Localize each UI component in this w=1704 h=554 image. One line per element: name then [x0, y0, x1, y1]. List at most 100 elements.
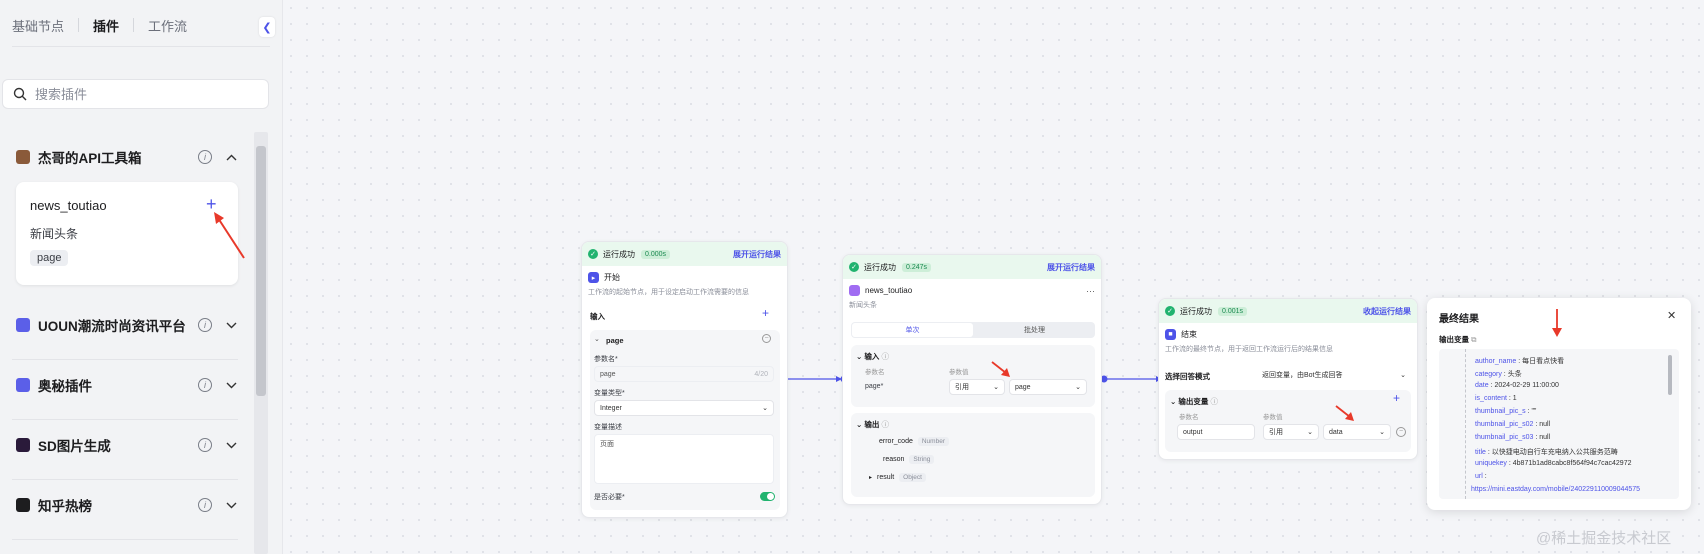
chevron-down-icon: ⌄	[993, 384, 999, 391]
watermark: @稀土掘金技术社区	[1536, 530, 1672, 547]
chevron-down-icon: ⌄	[1075, 384, 1081, 391]
node-status-bar: ✓ 运行成功 0.001s 收起运行结果	[1159, 299, 1417, 323]
node-header: ▸ 开始	[582, 266, 787, 283]
node-description: 工作流的起始节点，用于设定启动工作流需要的信息	[588, 289, 749, 296]
required-label: 是否必要*	[594, 494, 625, 501]
annotation-arrow-icon	[1552, 309, 1562, 337]
result-line: is_content : 1	[1475, 395, 1517, 402]
ref-type-select[interactable]: 引用 ⌄	[1263, 424, 1319, 440]
close-icon[interactable]: ✕	[1667, 309, 1676, 322]
add-icon[interactable]: +	[1393, 391, 1400, 405]
param-name: page*	[865, 383, 884, 390]
remove-icon[interactable]: −	[762, 334, 771, 343]
result-scrollbar[interactable]	[1668, 355, 1672, 395]
tool-param-tag: page	[30, 250, 69, 266]
node-status-bar: ✓ 运行成功 0.247s 展开运行结果	[843, 255, 1101, 279]
start-node[interactable]: ✓ 运行成功 0.000s 展开运行结果 ▸ 开始 工作流的起始节点，用于设定启…	[581, 241, 788, 518]
plugin-group-header[interactable]: 杰哥的API工具箱 i	[16, 146, 238, 168]
node-description: 新闻头条	[849, 302, 877, 309]
plugin-group: 奥秘插件 i	[12, 360, 238, 420]
output-var-name: output	[1183, 428, 1203, 436]
success-check-icon: ✓	[849, 262, 859, 272]
scrollbar-thumb[interactable]	[256, 146, 266, 396]
plugin-group-header[interactable]: 奥秘插件 i	[16, 374, 238, 396]
info-icon[interactable]: i	[198, 498, 212, 512]
plugin-group-header[interactable]: UOUN潮流时尚资讯平台 i	[16, 314, 238, 336]
tab-basic-nodes[interactable]: 基础节点	[12, 16, 64, 35]
tab-single[interactable]: 单次	[852, 323, 973, 337]
ref-value-select[interactable]: page ⌄	[1009, 379, 1087, 395]
param-name-input[interactable]: page 4/20	[594, 366, 774, 382]
add-icon[interactable]: +	[206, 195, 217, 213]
success-check-icon: ✓	[588, 249, 598, 259]
end-node[interactable]: ✓ 运行成功 0.001s 收起运行结果 ■ 结束 工作流的最终节点，用于返回工…	[1158, 298, 1418, 460]
plugin-node[interactable]: ✓ 运行成功 0.247s 展开运行结果 news_toutiao ··· 新闻…	[842, 254, 1102, 505]
output-row[interactable]: ▸ result Object	[869, 473, 926, 482]
sidebar: 基础节点 插件 工作流 ❮ 杰哥的API工具箱 i news_toutiao +…	[0, 0, 283, 554]
remove-icon[interactable]: −	[1396, 427, 1406, 437]
col-param-value: 参数值	[949, 369, 969, 376]
result-line: uniquekey : 4b871b1ad8cabc8f564f94c7cac4…	[1475, 460, 1632, 467]
info-icon[interactable]: i	[198, 438, 212, 452]
output-name: error_code	[879, 438, 913, 445]
tool-card[interactable]: news_toutiao + 新闻头条 page	[16, 182, 238, 285]
answer-mode-select[interactable]: 返回变量，由Bot生成回答 ⌄	[1257, 367, 1411, 383]
chevron-right-icon[interactable]: ▸	[869, 474, 872, 481]
plugin-group: 知乎热榜 i	[12, 480, 238, 540]
plugin-list: 杰哥的API工具箱 i news_toutiao + 新闻头条 page UOU…	[0, 132, 252, 554]
result-url[interactable]: https://mini.eastday.com/mobile/24022911…	[1471, 486, 1640, 493]
info-icon[interactable]: i	[198, 318, 212, 332]
output-var-panel: ⌄ 输出变量 ⓘ + 参数名 参数值 output 引用 ⌄ data ⌄ −	[1165, 390, 1411, 452]
chevron-down-icon[interactable]	[224, 378, 238, 392]
sidebar-scrollbar[interactable]	[254, 132, 268, 554]
var-desc-textarea[interactable]: 页面	[594, 434, 774, 484]
result-line: thumbnail_pic_s03 : null	[1475, 434, 1551, 441]
plugin-group-header[interactable]: 知乎热榜 i	[16, 494, 238, 516]
info-icon[interactable]: i	[198, 378, 212, 392]
collapse-result-link[interactable]: 收起运行结果	[1363, 306, 1411, 317]
copy-icon[interactable]: ⧉	[1471, 335, 1476, 344]
plugin-group: UOUN潮流时尚资讯平台 i	[12, 300, 238, 360]
input-panel: ⌄ 输入 ⓘ 参数名 参数值 page* 引用 ⌄ page ⌄	[851, 345, 1095, 407]
tab-batch[interactable]: 批处理	[974, 322, 1095, 338]
tab-plugins[interactable]: 插件	[93, 16, 119, 35]
plugin-avatar-icon	[16, 378, 30, 392]
expand-result-link[interactable]: 展开运行结果	[733, 249, 781, 260]
ref-value-select[interactable]: data ⌄	[1323, 424, 1391, 440]
chevron-down-icon: ⌄	[1307, 429, 1313, 436]
result-json-view[interactable]: author_name : 每日看点快看 category : 头条 date …	[1439, 349, 1679, 499]
output-type: Number	[917, 437, 949, 446]
chevron-down-icon[interactable]	[224, 438, 238, 452]
search-input[interactable]	[35, 86, 255, 102]
tab-separator	[133, 18, 135, 32]
output-section-title: ⌄ 输出 ⓘ	[856, 420, 889, 429]
required-toggle[interactable]	[760, 492, 775, 501]
node-header: ■ 结束	[1159, 323, 1417, 340]
ref-type-select[interactable]: 引用 ⌄	[949, 379, 1005, 395]
output-type: String	[909, 455, 935, 464]
plugin-group-header[interactable]: SD图片生成 i	[16, 434, 238, 456]
plugin-group: SD图片生成 i	[12, 420, 238, 480]
chevron-down-icon[interactable]: ⌄	[594, 335, 600, 343]
node-title: 开始	[604, 273, 620, 282]
plugin-group-title: 奥秘插件	[38, 379, 92, 394]
status-time: 0.000s	[641, 249, 671, 259]
output-var-name-input[interactable]: output	[1177, 424, 1255, 440]
more-icon[interactable]: ···	[1086, 286, 1095, 296]
success-check-icon: ✓	[1165, 306, 1175, 316]
tab-workflows[interactable]: 工作流	[148, 16, 187, 35]
result-line: url :	[1475, 473, 1487, 480]
plugin-group-title: UOUN潮流时尚资讯平台	[38, 319, 186, 334]
expand-result-link[interactable]: 展开运行结果	[1047, 262, 1095, 273]
chevron-left-icon[interactable]: ❮	[259, 17, 275, 37]
chevron-up-icon[interactable]	[224, 150, 238, 164]
chevron-down-icon[interactable]	[224, 318, 238, 332]
status-text: 运行成功	[864, 262, 896, 272]
add-icon[interactable]: +	[762, 306, 769, 320]
var-type-select[interactable]: Integer ⌄	[594, 400, 774, 416]
chevron-down-icon[interactable]	[224, 498, 238, 512]
status-text: 运行成功	[1180, 306, 1212, 316]
info-icon[interactable]: i	[198, 150, 212, 164]
plugin-group-title: 杰哥的API工具箱	[38, 151, 142, 166]
sidebar-tabs: 基础节点 插件 工作流	[12, 0, 187, 50]
